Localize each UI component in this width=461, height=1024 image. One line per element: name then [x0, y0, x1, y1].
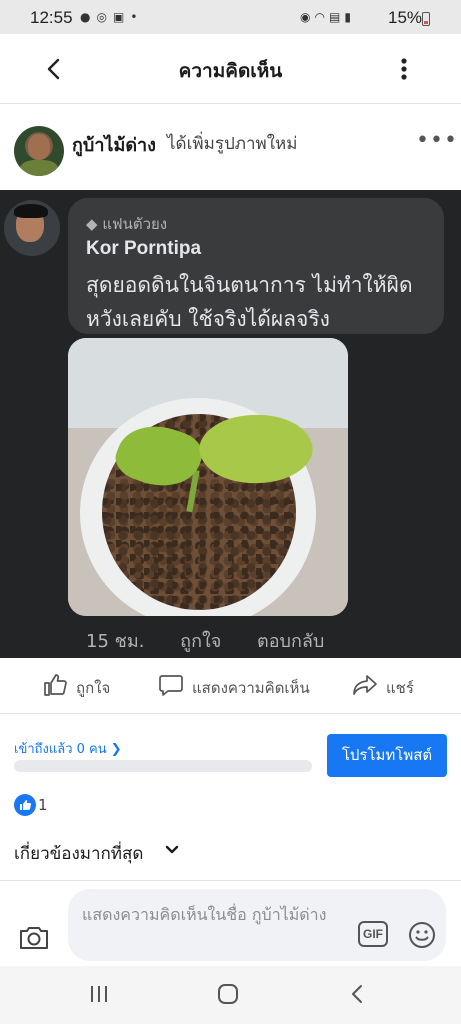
comment-input-placeholder: แสดงความคิดเห็นในชื่อ กูบ้าไม้ด่าง — [82, 905, 327, 924]
signal-icon: ▮ — [344, 10, 355, 24]
wifi-icon: ◠ — [314, 10, 329, 24]
comment-like-link: ถูกใจ — [180, 631, 222, 652]
messenger-icon: ● — [80, 10, 97, 24]
reach-progress — [14, 760, 312, 772]
avatar[interactable] — [14, 126, 64, 176]
gif-button[interactable]: GIF — [358, 921, 388, 947]
comment-input[interactable]: แสดงความคิดเห็นในชื่อ กูบ้าไม้ด่าง GIF — [68, 889, 446, 961]
post-author[interactable]: กูบ้าไม้ด่าง — [72, 130, 156, 159]
diamond-icon: ◆ — [86, 215, 103, 233]
home-icon[interactable] — [216, 982, 240, 1006]
share-icon — [353, 675, 377, 695]
plant-photo — [68, 338, 348, 616]
like-count: 1 — [38, 796, 48, 814]
sort-label: เกี่ยวข้องมากที่สุด — [14, 844, 144, 864]
comment-author: Kor Porntipa — [86, 238, 202, 259]
promote-post-button[interactable]: โปรโมทโพสต์ — [327, 734, 447, 777]
sync-icon: ◎ — [96, 10, 113, 24]
battery-icon — [422, 12, 430, 26]
post-action-text: ได้เพิ่มรูปภาพใหม่ — [167, 134, 298, 154]
recent-apps-icon[interactable] — [88, 982, 110, 1006]
comment-bubble: ◆ แฟนตัวยง Kor Porntipa สุดยอดดินในจินตน… — [68, 198, 444, 334]
reach-link[interactable]: เข้าถึงแล้ว 0 คน ❯ — [14, 738, 122, 759]
image-icon: ▣ — [112, 10, 131, 24]
notification-icons: ●◎▣• — [80, 10, 143, 24]
chevron-down-icon — [165, 845, 179, 854]
back-nav-icon[interactable] — [346, 982, 368, 1006]
camera-icon[interactable] — [18, 923, 50, 951]
system-nav-bar — [0, 966, 461, 1024]
comment-reply-link: ตอบกลับ — [257, 631, 325, 652]
status-bar: 12:55 ●◎▣• ◉◠▤▮ 15% — [0, 0, 461, 34]
post-options-icon[interactable]: ••• — [416, 128, 458, 153]
comment-time: 15 ชม. — [86, 631, 145, 652]
like-reaction-icon — [14, 794, 36, 816]
emoji-icon[interactable] — [408, 921, 436, 949]
status-time: 12:55 — [30, 8, 73, 27]
hotspot-icon: ◉ — [300, 10, 315, 24]
comment-meta: 15 ชม. ถูกใจ ตอบกลับ — [86, 626, 354, 655]
comment-sort-dropdown[interactable]: เกี่ยวข้องมากที่สุด — [14, 840, 179, 867]
action-bar: ถูกใจ แสดงความคิดเห็น แชร์ — [0, 658, 461, 714]
comment-composer: แสดงความคิดเห็นในชื่อ กูบ้าไม้ด่าง GIF — [0, 880, 461, 966]
volte-lte-icon: ▤ — [328, 10, 345, 24]
commenter-avatar — [4, 200, 60, 256]
more-vert-icon[interactable] — [392, 54, 416, 84]
post-image[interactable]: ◆ แฟนตัวยง Kor Porntipa สุดยอดดินในจินตน… — [0, 190, 461, 658]
chevron-right-icon: ❯ — [110, 742, 122, 757]
battery-percent: 15% — [388, 8, 423, 27]
dot-icon: • — [130, 10, 144, 24]
comment-text: สุดยอดดินในจินตนาการ ไม่ทำให้ผิดหวังเลยค… — [86, 273, 413, 331]
post-header: กูบ้าไม้ด่าง ได้เพิ่มรูปภาพใหม่ ••• — [0, 104, 461, 190]
app-bar: ความคิดเห็น — [0, 34, 461, 104]
post-insights: เข้าถึงแล้ว 0 คน ❯ โปรโมทโพสต์ — [0, 714, 461, 784]
thumbs-up-icon — [44, 674, 67, 696]
system-icons: ◉◠▤▮ — [300, 10, 355, 24]
top-fan-badge: ◆ แฟนตัวยง — [86, 215, 168, 233]
comment-icon — [159, 675, 183, 696]
